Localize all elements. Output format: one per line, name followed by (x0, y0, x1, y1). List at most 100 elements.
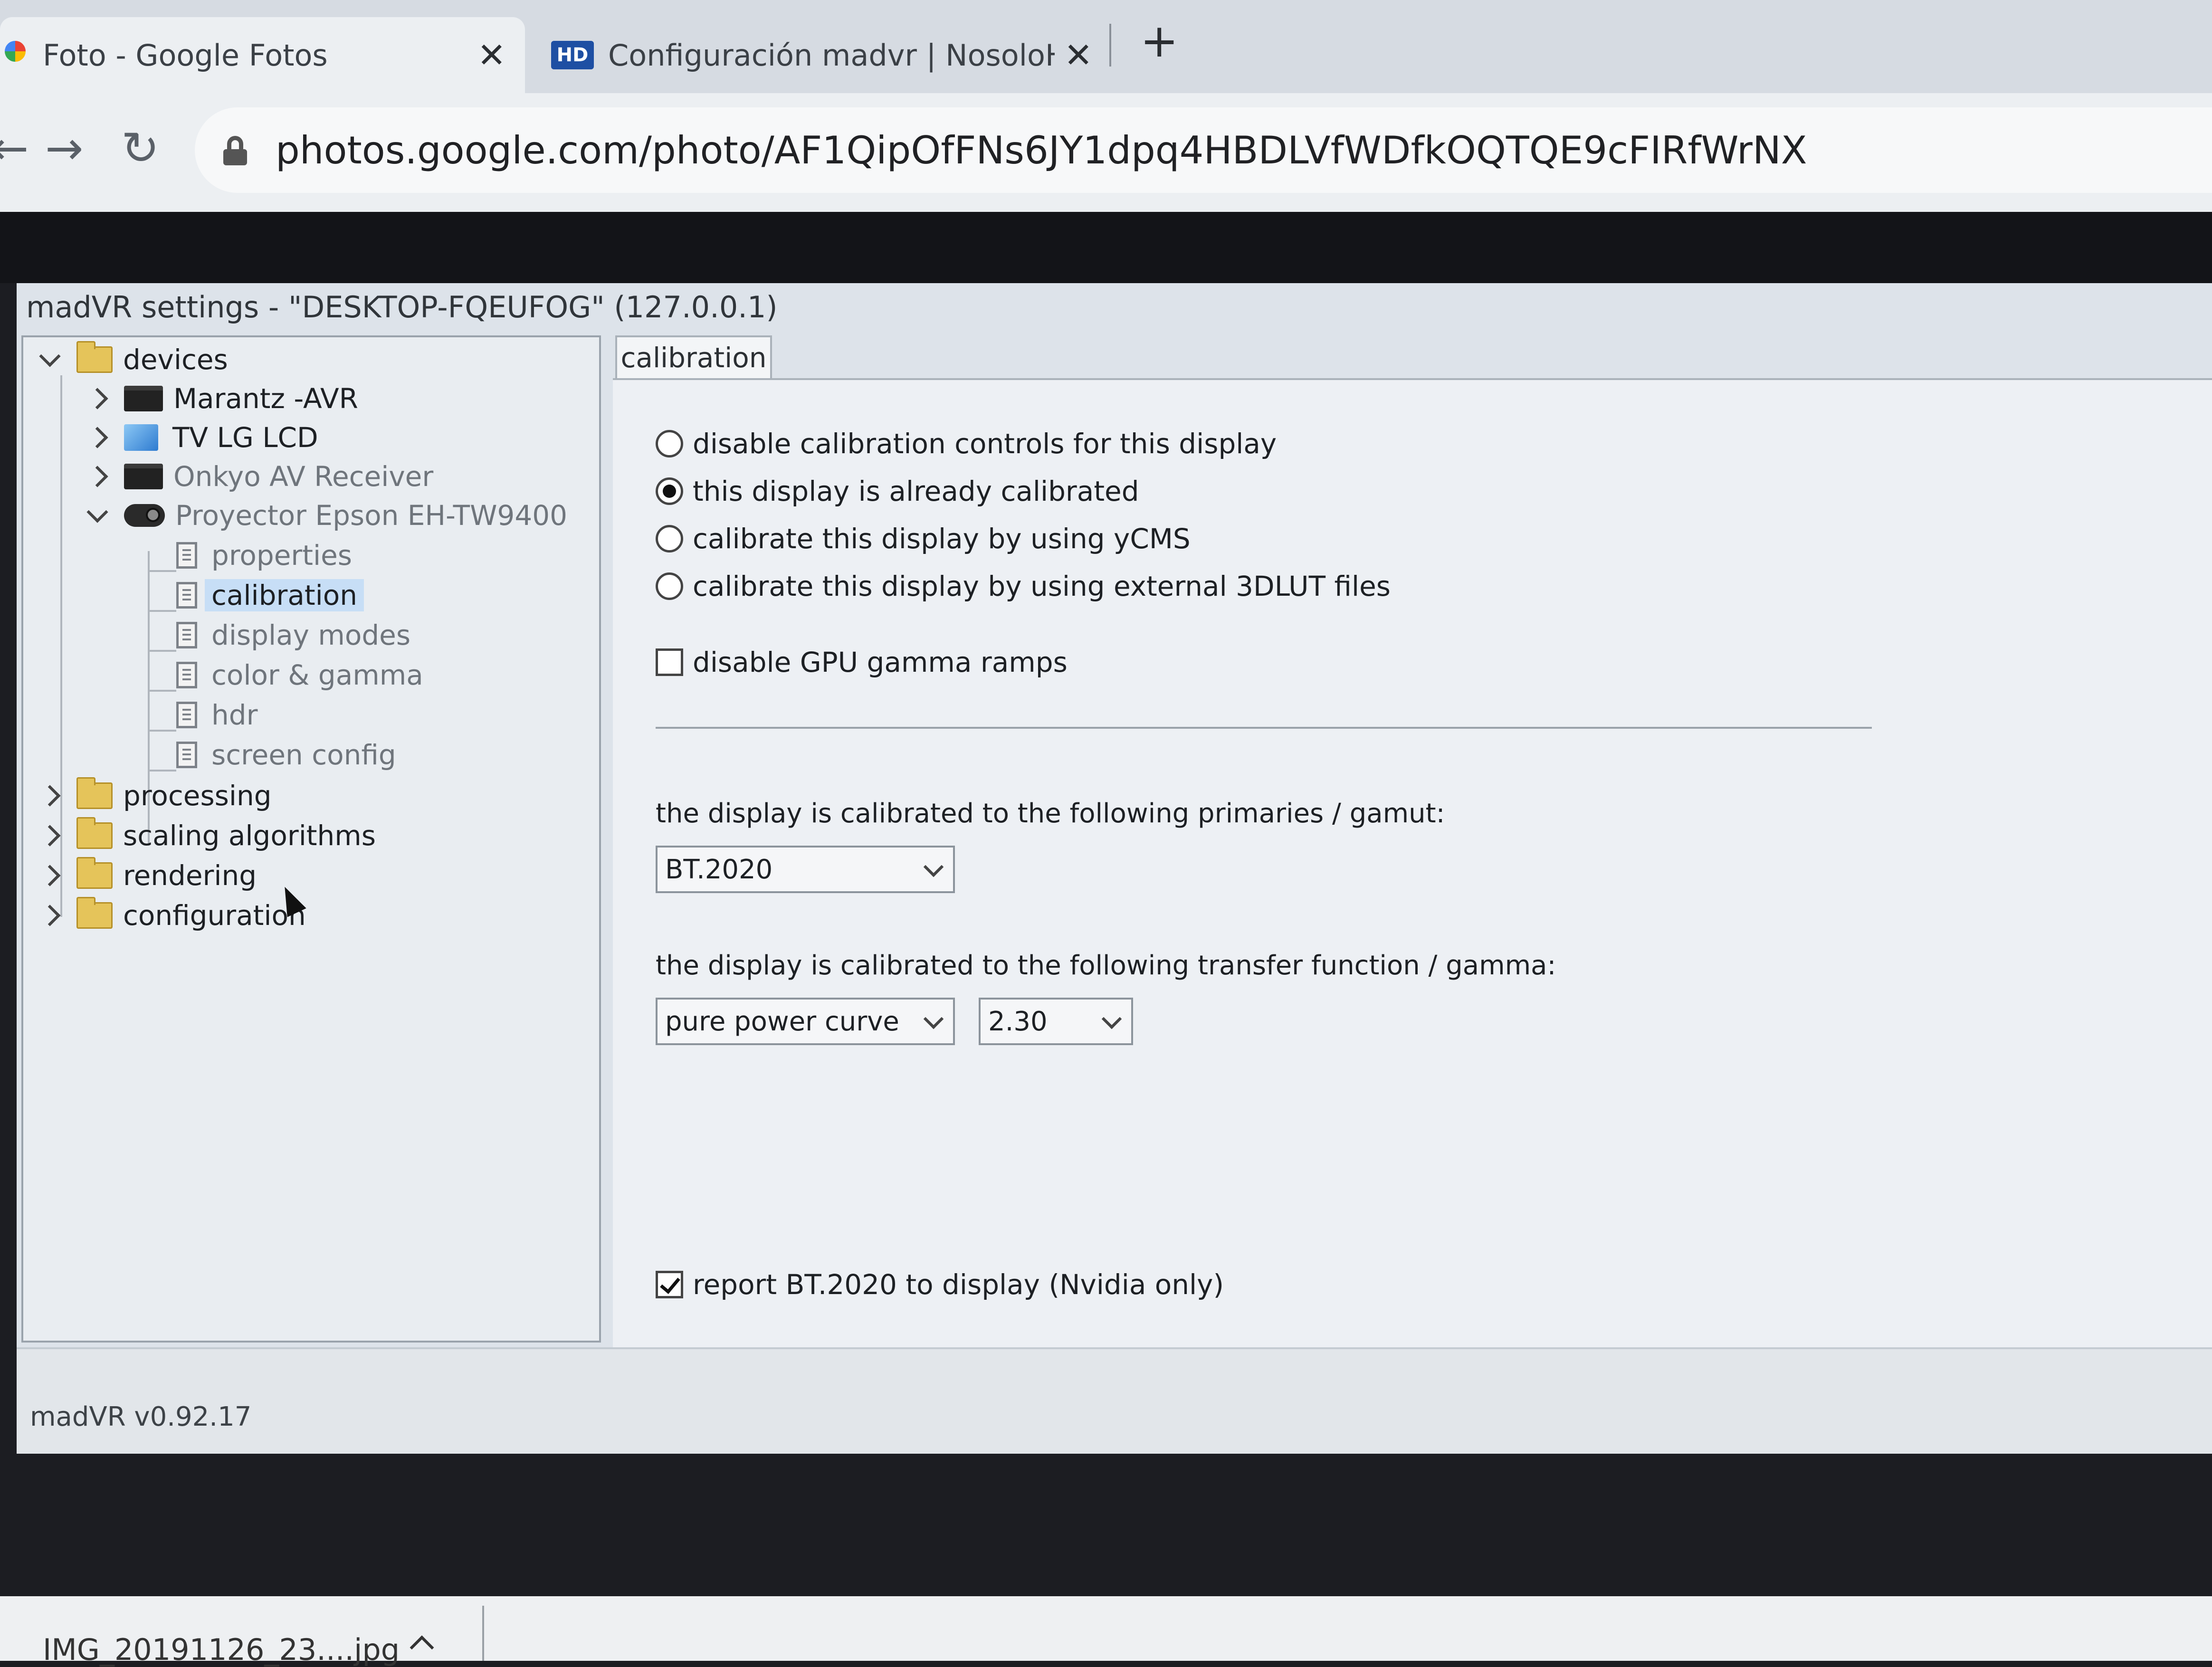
tree-item-label: rendering (123, 859, 257, 892)
chevron-right-icon[interactable] (39, 865, 61, 886)
select-value: pure power curve (665, 1006, 899, 1037)
primaries-select[interactable]: BT.2020 (656, 846, 955, 893)
av-receiver-icon (124, 464, 163, 489)
tree-item-scaling-algorithms[interactable]: scaling algorithms (39, 817, 376, 853)
tv-icon (124, 424, 158, 451)
option-label: this display is already calibrated (693, 475, 1139, 507)
calibration-panel: disable calibration controls for this di… (613, 378, 2212, 1349)
folder-icon (76, 341, 113, 373)
tree-item-rendering[interactable]: rendering (39, 857, 257, 893)
tree-item-label: scaling algorithms (123, 819, 376, 852)
chevron-up-icon[interactable] (410, 1635, 434, 1660)
page-icon (176, 542, 197, 569)
download-file-name[interactable]: IMG_20191126_23....jpg (43, 1632, 400, 1667)
status-bar: madVR v0.92.17 (17, 1347, 2212, 1454)
browser-toolbar: ← → ↻ photos.google.com/photo/AF1QipOfFN… (0, 93, 2212, 212)
madvr-settings-window: madVR settings - "DESKTOP-FQEUFOG" (127.… (17, 283, 2212, 1454)
folder-icon (76, 817, 113, 849)
tab-google-photos[interactable]: Foto - Google Fotos ✕ (0, 17, 525, 93)
option-label: report BT.2020 to display (Nvidia only) (693, 1268, 1224, 1301)
tree-item-processing[interactable]: processing (39, 777, 272, 813)
tree-item-label: TV LG LCD (172, 421, 318, 454)
page-icon (176, 742, 197, 768)
hd-favicon-icon: HD (551, 41, 594, 69)
tree-item-label: properties (211, 539, 352, 572)
chevron-down-icon (923, 857, 944, 877)
tree-line (148, 730, 176, 732)
tree-item-label: Onkyo AV Receiver (173, 460, 434, 493)
tree-item-hdr[interactable]: hdr (176, 697, 257, 733)
checkbox[interactable] (656, 1271, 683, 1298)
chevron-down-icon (1101, 1009, 1122, 1029)
close-tab-icon[interactable]: ✕ (1064, 35, 1093, 75)
chevron-right-icon[interactable] (86, 388, 108, 410)
chevron-right-icon[interactable] (39, 825, 61, 847)
tree-item-devices[interactable]: devices (39, 341, 228, 377)
download-bar: IMG_20191126_23....jpg (0, 1596, 2212, 1667)
chevron-right-icon[interactable] (86, 466, 108, 487)
folder-icon (76, 897, 113, 929)
chevron-down-icon[interactable] (86, 501, 108, 523)
select-value: 2.30 (988, 1006, 1048, 1037)
checkbox[interactable] (656, 648, 683, 676)
tree-item-marantz[interactable]: Marantz -AVR (86, 381, 358, 416)
tree-item-color-gamma[interactable]: color & gamma (176, 657, 423, 693)
chevron-right-icon[interactable] (86, 427, 108, 448)
option-label: disable calibration controls for this di… (693, 428, 1277, 460)
browser-tab-bar: Foto - Google Fotos ✕ HD Configuración m… (0, 0, 2212, 93)
reload-icon[interactable]: ↻ (121, 122, 159, 175)
chevron-right-icon[interactable] (39, 785, 61, 807)
gamma-select[interactable]: 2.30 (979, 998, 1133, 1045)
new-tab-button[interactable]: + (1140, 14, 1178, 67)
section-divider (656, 727, 1872, 729)
tree-line (148, 610, 176, 612)
lock-icon (223, 136, 247, 165)
tree-item-label: configuration (123, 899, 306, 932)
radio-button[interactable] (656, 477, 683, 505)
radio-calibrate-3dlut[interactable]: calibrate this display by using external… (656, 570, 1391, 602)
av-receiver-icon (124, 386, 163, 411)
page-icon (176, 702, 197, 728)
google-photos-icon (5, 41, 26, 62)
transfer-function-label: the display is calibrated to the followi… (656, 950, 1556, 981)
checkbox-disable-gpu-gamma[interactable]: disable GPU gamma ramps (656, 646, 1068, 678)
tree-item-label: processing (123, 780, 272, 812)
tab-calibration[interactable]: calibration (615, 335, 772, 378)
page-icon (176, 622, 197, 648)
option-label: calibrate this display by using yCMS (693, 523, 1191, 555)
tree-line (148, 690, 176, 692)
option-label: disable GPU gamma ramps (693, 646, 1068, 678)
tree-item-label: Proyector Epson EH-TW9400 (175, 499, 568, 532)
forward-arrow-icon[interactable]: → (45, 122, 83, 175)
tree-item-label: Marantz -AVR (173, 382, 358, 415)
tree-item-label: devices (123, 343, 228, 376)
chevron-right-icon[interactable] (39, 905, 61, 926)
tree-item-display-modes[interactable]: display modes (176, 618, 410, 653)
tab-title: Configuración madvr | NosoloHD (608, 38, 1055, 73)
checkbox-report-bt2020[interactable]: report BT.2020 to display (Nvidia only) (656, 1268, 1224, 1301)
address-bar[interactable]: photos.google.com/photo/AF1QipOfFNs6JY1d… (195, 107, 2212, 193)
select-value: BT.2020 (665, 854, 773, 885)
back-arrow-icon[interactable]: ← (0, 122, 29, 175)
tree-item-label: calibration (205, 579, 364, 611)
tree-item-properties[interactable]: properties (176, 538, 352, 573)
tree-item-projector[interactable]: Proyector Epson EH-TW9400 (86, 498, 568, 533)
tree-line (148, 570, 176, 572)
radio-button[interactable] (656, 525, 683, 552)
page-icon (176, 662, 197, 688)
chevron-down-icon[interactable] (39, 345, 61, 367)
tab-nosolohd[interactable]: HD Configuración madvr | NosoloHD ✕ (532, 17, 1112, 93)
transfer-function-select[interactable]: pure power curve (656, 998, 955, 1045)
tree-item-screen-config[interactable]: screen config (176, 737, 396, 772)
radio-button[interactable] (656, 430, 683, 457)
tree-item-calibration[interactable]: calibration (176, 578, 364, 613)
chevron-down-icon (923, 1009, 944, 1029)
tree-item-onkyo[interactable]: Onkyo AV Receiver (86, 459, 434, 494)
tree-item-tv-lg[interactable]: TV LG LCD (86, 420, 318, 455)
radio-already-calibrated[interactable]: this display is already calibrated (656, 475, 1139, 507)
radio-disable-calibration[interactable]: disable calibration controls for this di… (656, 428, 1277, 460)
tree-item-configuration[interactable]: configuration (39, 897, 306, 933)
radio-button[interactable] (656, 572, 683, 600)
radio-calibrate-ycms[interactable]: calibrate this display by using yCMS (656, 523, 1191, 555)
close-tab-icon[interactable]: ✕ (477, 35, 506, 75)
